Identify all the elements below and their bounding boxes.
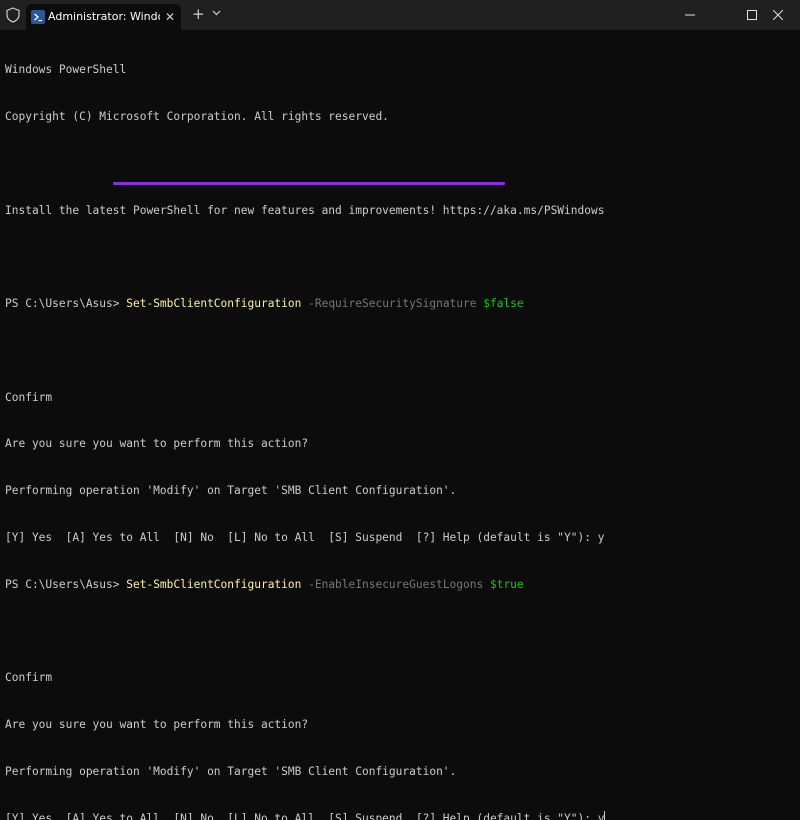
confirm-options: [Y] Yes [A] Yes to All [N] No [L] No to … — [5, 811, 605, 820]
command-line-1: PS C:\Users\Asus> Set-SmbClientConfigura… — [5, 296, 800, 312]
confirm-question: Are you sure you want to perform this ac… — [5, 437, 309, 451]
cmdlet: Set-SmbClientConfiguration — [126, 577, 302, 591]
prompt: PS C:\Users\Asus> — [5, 297, 127, 311]
close-icon — [773, 10, 783, 20]
confirm-title: Confirm — [5, 390, 53, 404]
banner-line: Windows PowerShell — [5, 63, 127, 77]
confirm-title: Confirm — [5, 671, 53, 685]
terminal-output[interactable]: Windows PowerShell Copyright (C) Microso… — [5, 31, 800, 820]
terminal-window: Administrator: Windows PowerShell ✕ + Wi… — [0, 0, 800, 820]
minimize-icon — [685, 14, 695, 16]
parameter: -RequireSecuritySignature — [301, 297, 477, 311]
parameter: -EnableInsecureGuestLogons — [301, 577, 484, 591]
command-line-2: PS C:\Users\Asus> Set-SmbClientConfigura… — [5, 577, 800, 593]
value: $false — [476, 297, 524, 311]
confirm-options-current[interactable]: [Y] Yes [A] Yes to All [N] No [L] No to … — [5, 810, 800, 820]
confirm-operation: Performing operation 'Modify' on Target … — [5, 764, 457, 778]
tab-close-icon[interactable]: ✕ — [165, 10, 175, 24]
value: $true — [483, 577, 524, 591]
confirm-options: [Y] Yes [A] Yes to All [N] No [L] No to … — [5, 531, 605, 544]
prompt: PS C:\Users\Asus> — [5, 577, 127, 591]
window-close-button[interactable] — [756, 0, 800, 30]
powershell-icon — [31, 10, 45, 24]
confirm-question: Are you sure you want to perform this ac… — [5, 718, 309, 732]
title-bar: Administrator: Windows PowerShell ✕ + — [0, 0, 800, 30]
install-hint-line: Install the latest PowerShell for new fe… — [5, 203, 605, 217]
cmdlet: Set-SmbClientConfiguration — [126, 297, 302, 311]
tab-powershell[interactable]: Administrator: Windows PowerShell ✕ — [26, 4, 181, 30]
highlight-underline — [113, 182, 505, 185]
shield-icon — [6, 7, 20, 23]
tab-title: Administrator: Windows PowerShell — [48, 10, 160, 23]
minimize-button[interactable] — [668, 0, 712, 30]
confirm-operation: Performing operation 'Modify' on Target … — [5, 484, 457, 498]
text-cursor — [604, 810, 606, 820]
copyright-line: Copyright (C) Microsoft Corporation. All… — [5, 109, 389, 123]
chevron-down-icon[interactable] — [212, 8, 221, 22]
new-tab-icon[interactable]: + — [192, 7, 205, 22]
